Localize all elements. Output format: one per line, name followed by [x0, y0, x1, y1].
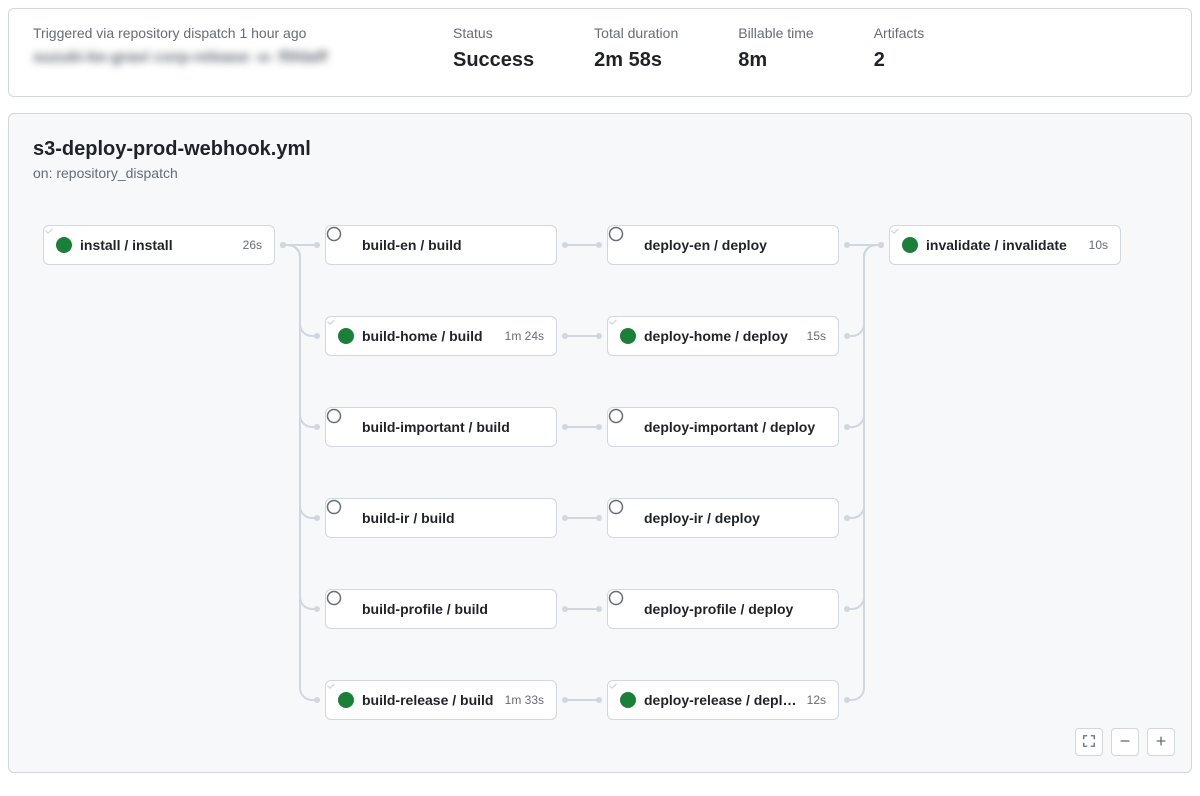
connection-port-icon — [562, 606, 568, 612]
connection-port-icon — [596, 424, 602, 430]
skip-circle-icon — [338, 237, 354, 253]
check-circle-icon — [620, 328, 636, 344]
skip-circle-icon — [338, 510, 354, 526]
billable-label: Billable time — [738, 25, 813, 41]
connection-port-icon — [562, 697, 568, 703]
skip-circle-icon — [620, 237, 636, 253]
trigger-commit-info: suzuki-ke-gravi corp-release -o- f5fdaff — [33, 49, 393, 67]
connection-port-icon — [844, 606, 850, 612]
connection-port-icon — [314, 515, 320, 521]
job-build-profile[interactable]: build-profile / build — [325, 589, 557, 629]
check-circle-icon — [338, 692, 354, 708]
job-build-home[interactable]: build-home / build 1m 24s — [325, 316, 557, 356]
job-duration: 10s — [1089, 238, 1108, 252]
skip-circle-icon — [620, 419, 636, 435]
status-label: Status — [453, 25, 534, 41]
skip-circle-icon — [620, 601, 636, 617]
fullscreen-icon — [1082, 734, 1096, 751]
check-circle-icon — [56, 237, 72, 253]
artifacts-label: Artifacts — [874, 25, 925, 41]
connection-port-icon — [596, 333, 602, 339]
connection-port-icon — [844, 515, 850, 521]
connection-port-icon — [878, 242, 884, 248]
fullscreen-button[interactable] — [1075, 728, 1103, 756]
connection-port-icon — [844, 697, 850, 703]
job-deploy-release[interactable]: deploy-release / deploy 12s — [607, 680, 839, 720]
billable-value[interactable]: 8m — [738, 49, 813, 72]
job-deploy-en[interactable]: deploy-en / deploy — [607, 225, 839, 265]
job-label: deploy-ir / deploy — [644, 510, 826, 526]
minus-icon — [1118, 734, 1132, 751]
job-deploy-important[interactable]: deploy-important / deploy — [607, 407, 839, 447]
job-label: deploy-important / deploy — [644, 419, 826, 435]
check-circle-icon — [338, 328, 354, 344]
job-duration: 1m 24s — [505, 329, 544, 343]
connection-port-icon — [596, 697, 602, 703]
zoom-out-button[interactable] — [1111, 728, 1139, 756]
job-build-ir[interactable]: build-ir / build — [325, 498, 557, 538]
artifacts-value[interactable]: 2 — [874, 49, 925, 72]
job-label: deploy-release / deploy — [644, 692, 799, 708]
connection-port-icon — [314, 697, 320, 703]
connection-port-icon — [314, 606, 320, 612]
graph-controls — [1075, 728, 1175, 756]
connection-port-icon — [314, 424, 320, 430]
connection-port-icon — [314, 242, 320, 248]
job-duration: 1m 33s — [505, 693, 544, 707]
job-label: build-en / build — [362, 237, 544, 253]
job-deploy-ir[interactable]: deploy-ir / deploy — [607, 498, 839, 538]
connection-port-icon — [562, 424, 568, 430]
check-circle-icon — [620, 692, 636, 708]
skip-circle-icon — [338, 601, 354, 617]
skip-circle-icon — [620, 510, 636, 526]
status-value[interactable]: Success — [453, 49, 534, 72]
connection-port-icon — [596, 242, 602, 248]
job-label: build-important / build — [362, 419, 544, 435]
job-label: build-home / build — [362, 328, 497, 344]
connection-port-icon — [314, 333, 320, 339]
connection-port-icon — [562, 333, 568, 339]
duration-value[interactable]: 2m 58s — [594, 49, 678, 72]
job-label: invalidate / invalidate — [926, 237, 1081, 253]
connection-port-icon — [844, 424, 850, 430]
job-label: build-profile / build — [362, 601, 544, 617]
check-circle-icon — [902, 237, 918, 253]
workflow-filename[interactable]: s3-deploy-prod-webhook.yml — [33, 138, 1167, 161]
plus-icon — [1154, 734, 1168, 751]
summary-card: Triggered via repository dispatch 1 hour… — [8, 8, 1192, 97]
job-label: deploy-home / deploy — [644, 328, 799, 344]
job-deploy-profile[interactable]: deploy-profile / deploy — [607, 589, 839, 629]
job-invalidate[interactable]: invalidate / invalidate 10s — [889, 225, 1121, 265]
connection-port-icon — [280, 242, 286, 248]
job-duration: 12s — [807, 693, 826, 707]
job-duration: 15s — [807, 329, 826, 343]
job-duration: 26s — [243, 238, 262, 252]
job-deploy-home[interactable]: deploy-home / deploy 15s — [607, 316, 839, 356]
connection-port-icon — [844, 333, 850, 339]
duration-label: Total duration — [594, 25, 678, 41]
job-label: install / install — [80, 237, 235, 253]
connection-port-icon — [596, 606, 602, 612]
job-label: build-ir / build — [362, 510, 544, 526]
workflow-graph-panel: s3-deploy-prod-webhook.yml on: repositor… — [8, 113, 1192, 773]
connection-port-icon — [844, 242, 850, 248]
job-label: build-release / build — [362, 692, 497, 708]
job-build-en[interactable]: build-en / build — [325, 225, 557, 265]
connection-port-icon — [562, 242, 568, 248]
job-build-release[interactable]: build-release / build 1m 33s — [325, 680, 557, 720]
skip-circle-icon — [338, 419, 354, 435]
connection-port-icon — [596, 515, 602, 521]
job-build-important[interactable]: build-important / build — [325, 407, 557, 447]
connection-port-icon — [562, 515, 568, 521]
workflow-trigger-on: on: repository_dispatch — [33, 165, 1167, 181]
job-label: deploy-en / deploy — [644, 237, 826, 253]
trigger-label: Triggered via repository dispatch 1 hour… — [33, 25, 393, 41]
zoom-in-button[interactable] — [1147, 728, 1175, 756]
workflow-graph[interactable]: install / install 26s build-en / build buil… — [33, 205, 1167, 745]
job-install[interactable]: install / install 26s — [43, 225, 275, 265]
job-label: deploy-profile / deploy — [644, 601, 826, 617]
